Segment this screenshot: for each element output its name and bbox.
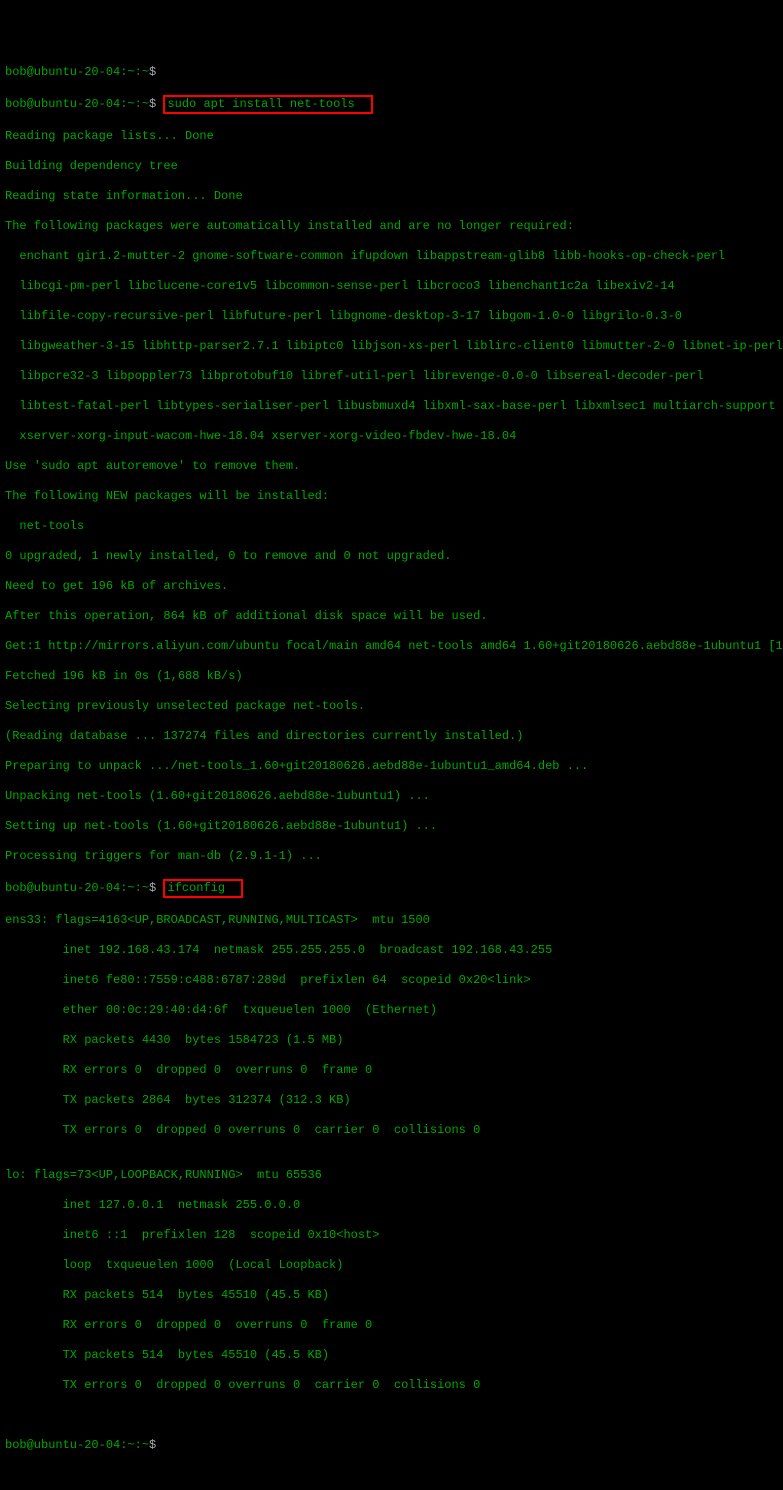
output-line: The following packages were automaticall… [5, 219, 778, 234]
ifconfig-output: inet 127.0.0.1 netmask 255.0.0.0 [5, 1198, 778, 1213]
output-line: libpcre32-3 libpoppler73 libprotobuf10 l… [5, 369, 778, 384]
output-line: Reading state information... Done [5, 189, 778, 204]
output-line: libtest-fatal-perl libtypes-serialiser-p… [5, 399, 778, 414]
ifconfig-output: loop txqueuelen 1000 (Local Loopback) [5, 1258, 778, 1273]
output-line: Preparing to unpack .../net-tools_1.60+g… [5, 759, 778, 774]
ifconfig-output: RX packets 4430 bytes 1584723 (1.5 MB) [5, 1033, 778, 1048]
ifconfig-output: ens33: flags=4163<UP,BROADCAST,RUNNING,M… [5, 913, 778, 928]
highlighted-command-2[interactable]: ifconfig [163, 879, 243, 898]
ifconfig-output: RX errors 0 dropped 0 overruns 0 frame 0 [5, 1318, 778, 1333]
ifconfig-output: inet 192.168.43.174 netmask 255.255.255.… [5, 943, 778, 958]
output-line: After this operation, 864 kB of addition… [5, 609, 778, 624]
ifconfig-output: RX packets 514 bytes 45510 (45.5 KB) [5, 1288, 778, 1303]
ifconfig-output: TX packets 2864 bytes 312374 (312.3 KB) [5, 1093, 778, 1108]
output-line: Unpacking net-tools (1.60+git20180626.ae… [5, 789, 778, 804]
output-line: Need to get 196 kB of archives. [5, 579, 778, 594]
output-line: Selecting previously unselected package … [5, 699, 778, 714]
dollar-sign: $ [149, 97, 156, 111]
ifconfig-output: TX errors 0 dropped 0 overruns 0 carrier… [5, 1123, 778, 1138]
prompt-line-cmd2: bob@ubuntu-20-04:~:~$ ifconfig [5, 879, 778, 898]
user-host: bob@ubuntu-20-04:~ [5, 65, 135, 79]
output-line: Setting up net-tools (1.60+git20180626.a… [5, 819, 778, 834]
output-line: net-tools [5, 519, 778, 534]
empty-line [5, 1408, 778, 1423]
prompt-line-cmd1: bob@ubuntu-20-04:~:~$ sudo apt install n… [5, 95, 778, 114]
output-line: Reading package lists... Done [5, 129, 778, 144]
install-command: sudo apt install net-tools [167, 97, 354, 111]
prompt-line-final[interactable]: bob@ubuntu-20-04:~:~$ [5, 1438, 778, 1453]
user-host: bob@ubuntu-20-04:~ [5, 1438, 135, 1452]
output-line: libfile-copy-recursive-perl libfuture-pe… [5, 309, 778, 324]
dollar-sign: $ [149, 65, 156, 79]
output-line: libcgi-pm-perl libclucene-core1v5 libcom… [5, 279, 778, 294]
ifconfig-output: lo: flags=73<UP,LOOPBACK,RUNNING> mtu 65… [5, 1168, 778, 1183]
ifconfig-command: ifconfig [167, 881, 225, 895]
user-host: bob@ubuntu-20-04:~ [5, 881, 135, 895]
ifconfig-output: inet6 fe80::7559:c488:6787:289d prefixle… [5, 973, 778, 988]
output-line: xserver-xorg-input-wacom-hwe-18.04 xserv… [5, 429, 778, 444]
dollar-sign: $ [149, 1438, 156, 1452]
prompt-line: bob@ubuntu-20-04:~:~$ [5, 65, 778, 80]
output-line: enchant gir1.2-mutter-2 gnome-software-c… [5, 249, 778, 264]
ifconfig-output: ether 00:0c:29:40:d4:6f txqueuelen 1000 … [5, 1003, 778, 1018]
output-line: 0 upgraded, 1 newly installed, 0 to remo… [5, 549, 778, 564]
output-line: Building dependency tree [5, 159, 778, 174]
user-host: bob@ubuntu-20-04:~ [5, 97, 135, 111]
output-line: The following NEW packages will be insta… [5, 489, 778, 504]
ifconfig-output: TX errors 0 dropped 0 overruns 0 carrier… [5, 1378, 778, 1393]
output-line: Use 'sudo apt autoremove' to remove them… [5, 459, 778, 474]
ifconfig-output: inet6 ::1 prefixlen 128 scopeid 0x10<hos… [5, 1228, 778, 1243]
output-line: libgweather-3-15 libhttp-parser2.7.1 lib… [5, 339, 778, 354]
ifconfig-output: TX packets 514 bytes 45510 (45.5 KB) [5, 1348, 778, 1363]
output-line: Processing triggers for man-db (2.9.1-1)… [5, 849, 778, 864]
dollar-sign: $ [149, 881, 156, 895]
output-line: Fetched 196 kB in 0s (1,688 kB/s) [5, 669, 778, 684]
highlighted-command-1[interactable]: sudo apt install net-tools [163, 95, 373, 114]
output-line: Get:1 http://mirrors.aliyun.com/ubuntu f… [5, 639, 778, 654]
output-line: (Reading database ... 137274 files and d… [5, 729, 778, 744]
ifconfig-output: RX errors 0 dropped 0 overruns 0 frame 0 [5, 1063, 778, 1078]
